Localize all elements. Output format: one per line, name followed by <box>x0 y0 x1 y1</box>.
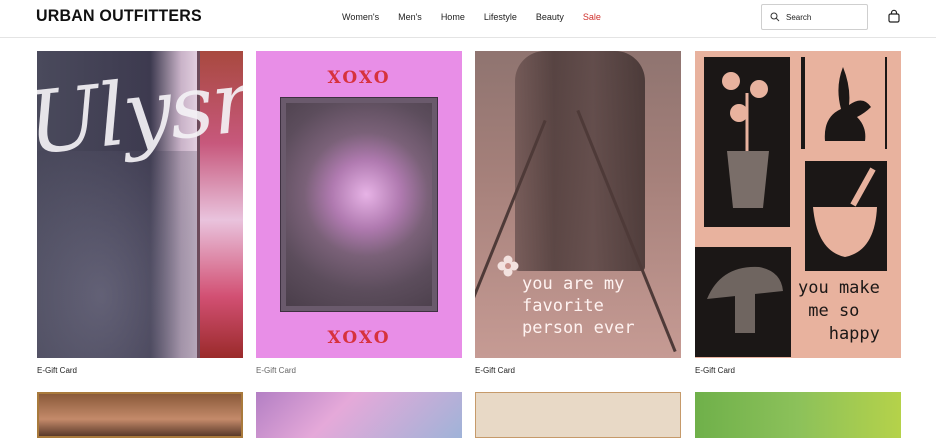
search-icon <box>770 12 780 22</box>
art-message-text: you are my favorite person ever <box>522 274 635 338</box>
nav-item-womens[interactable]: Women's <box>342 12 379 22</box>
product-image-row2-3[interactable] <box>475 392 681 438</box>
nav-item-home[interactable]: Home <box>441 12 465 22</box>
mushroom-icon <box>707 266 783 333</box>
shopping-bag-icon[interactable] <box>887 9 901 23</box>
search-input[interactable]: Search <box>761 4 868 30</box>
nav-item-beauty[interactable]: Beauty <box>536 12 564 22</box>
search-placeholder: Search <box>786 13 812 22</box>
rabbit-icon <box>805 57 885 149</box>
nav-item-sale[interactable]: Sale <box>583 12 601 22</box>
art-texture <box>37 151 197 358</box>
art-flower-photo <box>280 97 438 312</box>
product-title[interactable]: E-Gift Card <box>256 366 296 375</box>
site-header: URBAN OUTFITTERS Women's Men's Home Life… <box>0 0 936 38</box>
art-xoxo-bottom: XOXO <box>327 328 391 348</box>
product-title[interactable]: E-Gift Card <box>475 366 515 375</box>
art-xoxo-top: XOXO <box>327 68 391 88</box>
brand-logo[interactable]: URBAN OUTFITTERS <box>36 8 202 27</box>
nav-item-mens[interactable]: Men's <box>398 12 422 22</box>
product-image-row2-4[interactable] <box>695 392 901 438</box>
product-title[interactable]: E-Gift Card <box>695 366 735 375</box>
nav-item-lifestyle[interactable]: Lifestyle <box>484 12 517 22</box>
product-image-gift-card-2[interactable]: XOXO XOXO <box>256 51 462 358</box>
mortar-bowl-icon <box>813 167 877 257</box>
product-image-gift-card-1[interactable]: Ulysm <box>37 51 243 358</box>
product-image-row2-2[interactable] <box>256 392 462 438</box>
product-title[interactable]: E-Gift Card <box>37 366 77 375</box>
flowerpot-icon <box>722 72 769 208</box>
art-message-text: you make me so happy <box>798 278 880 344</box>
flower-icon <box>497 255 519 277</box>
product-image-gift-card-4[interactable]: you make me so happy <box>695 51 901 358</box>
product-image-gift-card-3[interactable]: you are my favorite person ever <box>475 51 681 358</box>
main-nav: Women's Men's Home Lifestyle Beauty Sale <box>342 12 601 22</box>
art-couple-photo <box>515 51 645 271</box>
product-image-row2-1[interactable] <box>37 392 243 438</box>
